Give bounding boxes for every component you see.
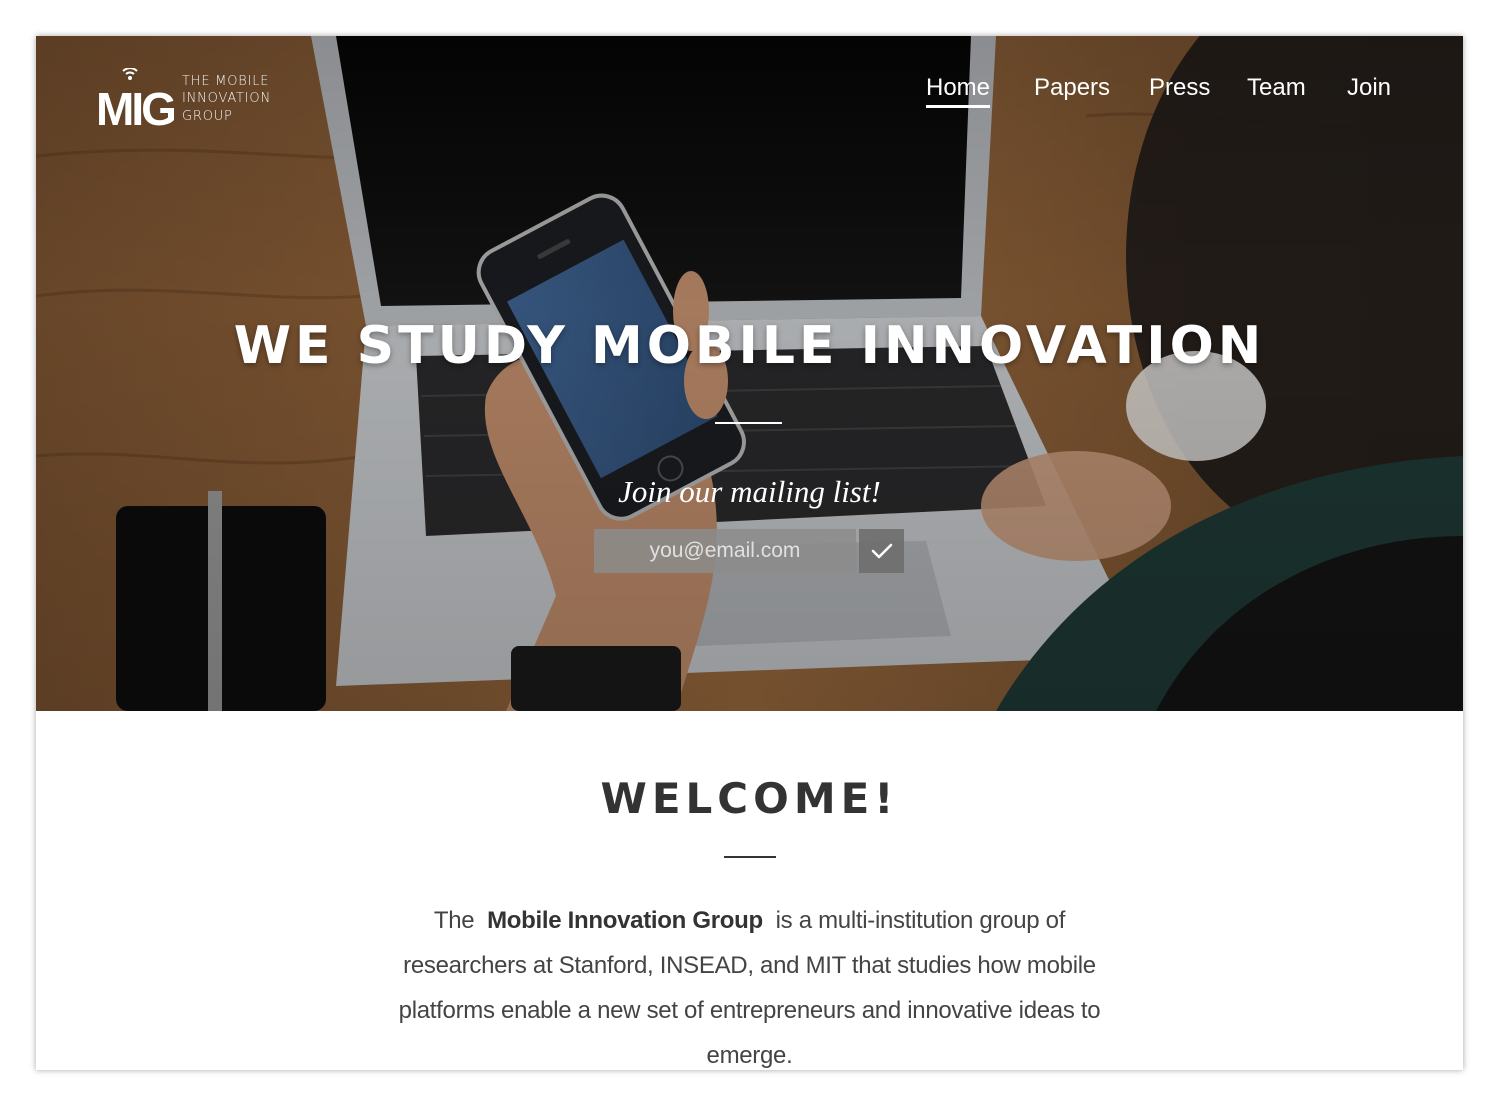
hero-divider	[715, 422, 782, 424]
logo-line-3: GROUP	[182, 108, 233, 124]
welcome-text-before: The	[433, 907, 475, 934]
welcome-title: WELCOME!	[600, 774, 899, 823]
welcome-divider	[724, 856, 776, 858]
mailing-list-title: Join our mailing list!	[618, 474, 881, 509]
nav-item-home[interactable]: Home	[926, 74, 991, 108]
browser-page-frame: MIG THE MOBILE INNOVATION GROUP Home Pap…	[36, 36, 1463, 1070]
logo-line-1: THE MOBILE	[182, 73, 270, 89]
logo-wordmark: THE MOBILE INNOVATION GROUP	[182, 73, 271, 126]
nav-item-team[interactable]: Team	[1247, 74, 1306, 102]
logo-line-2: INNOVATION	[182, 91, 271, 107]
mig-letters: MIG	[96, 83, 174, 130]
checkmark-icon	[871, 543, 892, 559]
email-input[interactable]	[594, 529, 856, 573]
subscribe-button[interactable]	[859, 529, 904, 573]
nav-item-join[interactable]: Join	[1347, 74, 1391, 102]
site-logo[interactable]: MIG THE MOBILE INNOVATION GROUP	[96, 68, 271, 130]
nav-item-press[interactable]: Press	[1149, 74, 1210, 102]
nav-item-papers[interactable]: Papers	[1034, 74, 1110, 102]
welcome-paragraph: The Mobile Innovation Group is a multi-i…	[376, 898, 1123, 1070]
hero-headline: WE STUDY MOBILE INNOVATION	[233, 316, 1266, 376]
welcome-group-name: Mobile Innovation Group	[487, 907, 763, 934]
mig-logo-mark: MIG	[96, 68, 174, 130]
hero-section: MIG THE MOBILE INNOVATION GROUP Home Pap…	[36, 36, 1463, 711]
svg-text:MIG: MIG	[96, 83, 174, 130]
